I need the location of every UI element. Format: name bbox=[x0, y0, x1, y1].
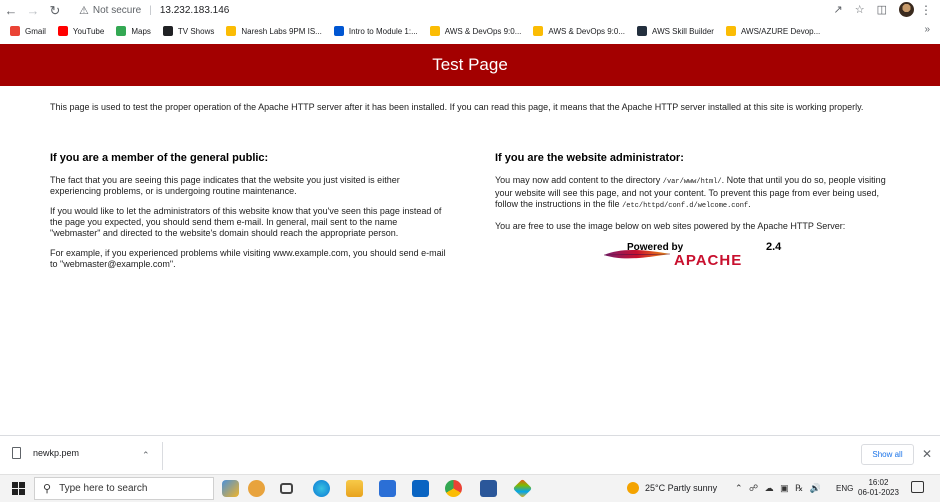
bookmark-item[interactable]: Maps bbox=[116, 26, 151, 36]
bookmark-label[interactable]: Maps bbox=[131, 27, 151, 36]
security-label[interactable]: Not secure bbox=[93, 5, 141, 16]
file-explorer-icon[interactable] bbox=[346, 480, 363, 497]
bookmark-item[interactable]: Naresh Labs 9PM IS... bbox=[226, 26, 322, 36]
public-paragraph-1: The fact that you are seeing this page i… bbox=[50, 175, 400, 196]
bookmark-item[interactable]: AWS & DevOps 9:0... bbox=[429, 26, 522, 36]
browser-toolbar: ← → ↻ ⚠ Not secure | 13.232.183.146 ↗ ☆ … bbox=[0, 0, 940, 21]
bookmark-label[interactable]: Intro to Module 1:... bbox=[349, 27, 418, 36]
bookmark-item[interactable]: AWS/AZURE Devop... bbox=[725, 26, 820, 36]
public-paragraph-3: For example, if you experienced problems… bbox=[50, 248, 446, 269]
word-icon[interactable] bbox=[480, 480, 497, 497]
bookmark-star-icon[interactable]: ☆ bbox=[855, 3, 865, 16]
aws-icon bbox=[637, 26, 648, 36]
chevron-up-icon[interactable]: ⌃ bbox=[142, 450, 150, 461]
weather-widget[interactable]: 25°C Partly sunny bbox=[627, 482, 717, 494]
bookmark-label[interactable]: AWS/AZURE Devop... bbox=[741, 27, 820, 36]
logo-version: 2.4 bbox=[766, 241, 782, 253]
chrome-icon[interactable] bbox=[445, 480, 462, 497]
page-title: Test Page bbox=[432, 55, 508, 74]
drive-icon bbox=[725, 26, 736, 36]
share-icon[interactable]: ↗ bbox=[834, 3, 843, 16]
chevron-more-icon[interactable]: » bbox=[924, 24, 930, 35]
coursera-icon bbox=[333, 26, 344, 36]
menu-kebab-icon[interactable]: ⋮ bbox=[920, 3, 932, 17]
directory-path: /var/www/html/ bbox=[662, 178, 722, 186]
tv-icon bbox=[162, 26, 173, 36]
sun-icon bbox=[627, 482, 639, 494]
weather-text[interactable]: 25°C Partly sunny bbox=[645, 483, 717, 493]
bookmark-label[interactable]: YouTube bbox=[73, 27, 104, 36]
bookmark-label[interactable]: AWS & DevOps 9:0... bbox=[548, 27, 625, 36]
admin-heading: If you are the website administrator: bbox=[495, 152, 684, 164]
page-title-banner: Test Page bbox=[0, 44, 940, 86]
bookmark-item[interactable]: TV Shows bbox=[162, 26, 214, 36]
app-icon[interactable] bbox=[512, 478, 533, 499]
config-path: /etc/httpd/conf.d/welcome.conf bbox=[622, 202, 749, 210]
bookmark-label[interactable]: Naresh Labs 9PM IS... bbox=[241, 27, 321, 36]
close-icon[interactable]: ✕ bbox=[922, 447, 932, 461]
store-icon[interactable] bbox=[379, 480, 396, 497]
bookmark-label[interactable]: AWS Skill Builder bbox=[652, 27, 714, 36]
toolbar-actions: ↗ ☆ ◫ bbox=[834, 2, 914, 17]
file-icon bbox=[12, 447, 21, 459]
clock[interactable]: 16:02 06-01-2023 bbox=[858, 478, 899, 498]
taskbar-search[interactable]: ⚲ Type here to search bbox=[34, 477, 214, 500]
bookmark-item[interactable]: AWS Skill Builder bbox=[637, 26, 714, 36]
back-arrow-icon[interactable]: ← bbox=[0, 0, 22, 21]
download-item[interactable]: newkp.pem bbox=[12, 447, 79, 459]
public-section: If you are a member of the general publi… bbox=[50, 153, 450, 279]
bookmark-item[interactable]: AWS & DevOps 9:0... bbox=[533, 26, 625, 36]
warning-icon[interactable]: ⚠ bbox=[79, 4, 89, 17]
apache-logo: Powered by 2.4 APACHE bbox=[602, 240, 787, 270]
public-paragraph-2: If you would like to let the administrat… bbox=[50, 206, 442, 238]
notification-icon[interactable] bbox=[911, 481, 924, 493]
sidepanel-icon[interactable]: ◫ bbox=[877, 3, 887, 16]
download-filename[interactable]: newkp.pem bbox=[33, 448, 79, 458]
admin-paragraph-2: You are free to use the image below on w… bbox=[495, 221, 846, 231]
intro-text: This page is used to test the proper ope… bbox=[50, 102, 864, 112]
divider: | bbox=[149, 4, 152, 16]
drive-icon bbox=[429, 26, 440, 36]
edge-icon[interactable] bbox=[313, 480, 330, 497]
admin-paragraph-1: You may now add content to the directory… bbox=[495, 175, 886, 210]
task-view-icon[interactable] bbox=[280, 483, 293, 494]
forward-arrow-icon[interactable]: → bbox=[22, 0, 44, 21]
bookmark-item[interactable]: Intro to Module 1:... bbox=[333, 26, 418, 36]
bookmark-item[interactable]: YouTube bbox=[57, 26, 104, 36]
maps-icon bbox=[116, 26, 127, 36]
system-tray-icons[interactable]: ⌃ ☍ ☁ ▣ ℞ 🔊 bbox=[735, 483, 823, 494]
widgets-icon[interactable] bbox=[222, 480, 239, 497]
reload-icon[interactable]: ↻ bbox=[44, 0, 66, 21]
drive-icon bbox=[226, 26, 237, 36]
address-bar[interactable]: ⚠ Not secure | 13.232.183.146 bbox=[79, 2, 809, 18]
youtube-icon bbox=[57, 26, 68, 36]
gmail-icon bbox=[10, 26, 20, 36]
bookmarks-bar: Gmail YouTube Maps TV Shows Naresh Labs 9PM … bbox=[0, 21, 940, 41]
admin-section: If you are the website administrator: Yo… bbox=[495, 153, 895, 241]
url-text[interactable]: 13.232.183.146 bbox=[160, 5, 230, 16]
logo-wordmark: APACHE bbox=[674, 252, 743, 269]
drive-icon bbox=[533, 26, 544, 36]
cortana-icon[interactable] bbox=[248, 480, 265, 497]
bookmark-label[interactable]: AWS & DevOps 9:0... bbox=[445, 27, 522, 36]
mail-icon[interactable] bbox=[412, 480, 429, 497]
public-heading: If you are a member of the general publi… bbox=[50, 152, 269, 164]
clock-time: 16:02 bbox=[868, 478, 889, 487]
taskbar: ⚲ Type here to search 25°C Partly sunny … bbox=[0, 474, 940, 502]
language-indicator[interactable]: ENG bbox=[836, 484, 853, 493]
profile-avatar[interactable] bbox=[899, 2, 914, 17]
search-icon: ⚲ bbox=[43, 483, 52, 495]
windows-start-icon[interactable] bbox=[12, 482, 25, 495]
bookmark-item[interactable]: Gmail bbox=[10, 26, 46, 36]
search-placeholder[interactable]: Type here to search bbox=[59, 483, 147, 494]
clock-date: 06-01-2023 bbox=[858, 488, 899, 497]
bookmark-label[interactable]: TV Shows bbox=[178, 27, 214, 36]
divider bbox=[162, 442, 163, 470]
show-all-button[interactable]: Show all bbox=[861, 444, 914, 465]
download-shelf: newkp.pem ⌃ bbox=[0, 435, 940, 474]
bookmark-label[interactable]: Gmail bbox=[25, 27, 46, 36]
